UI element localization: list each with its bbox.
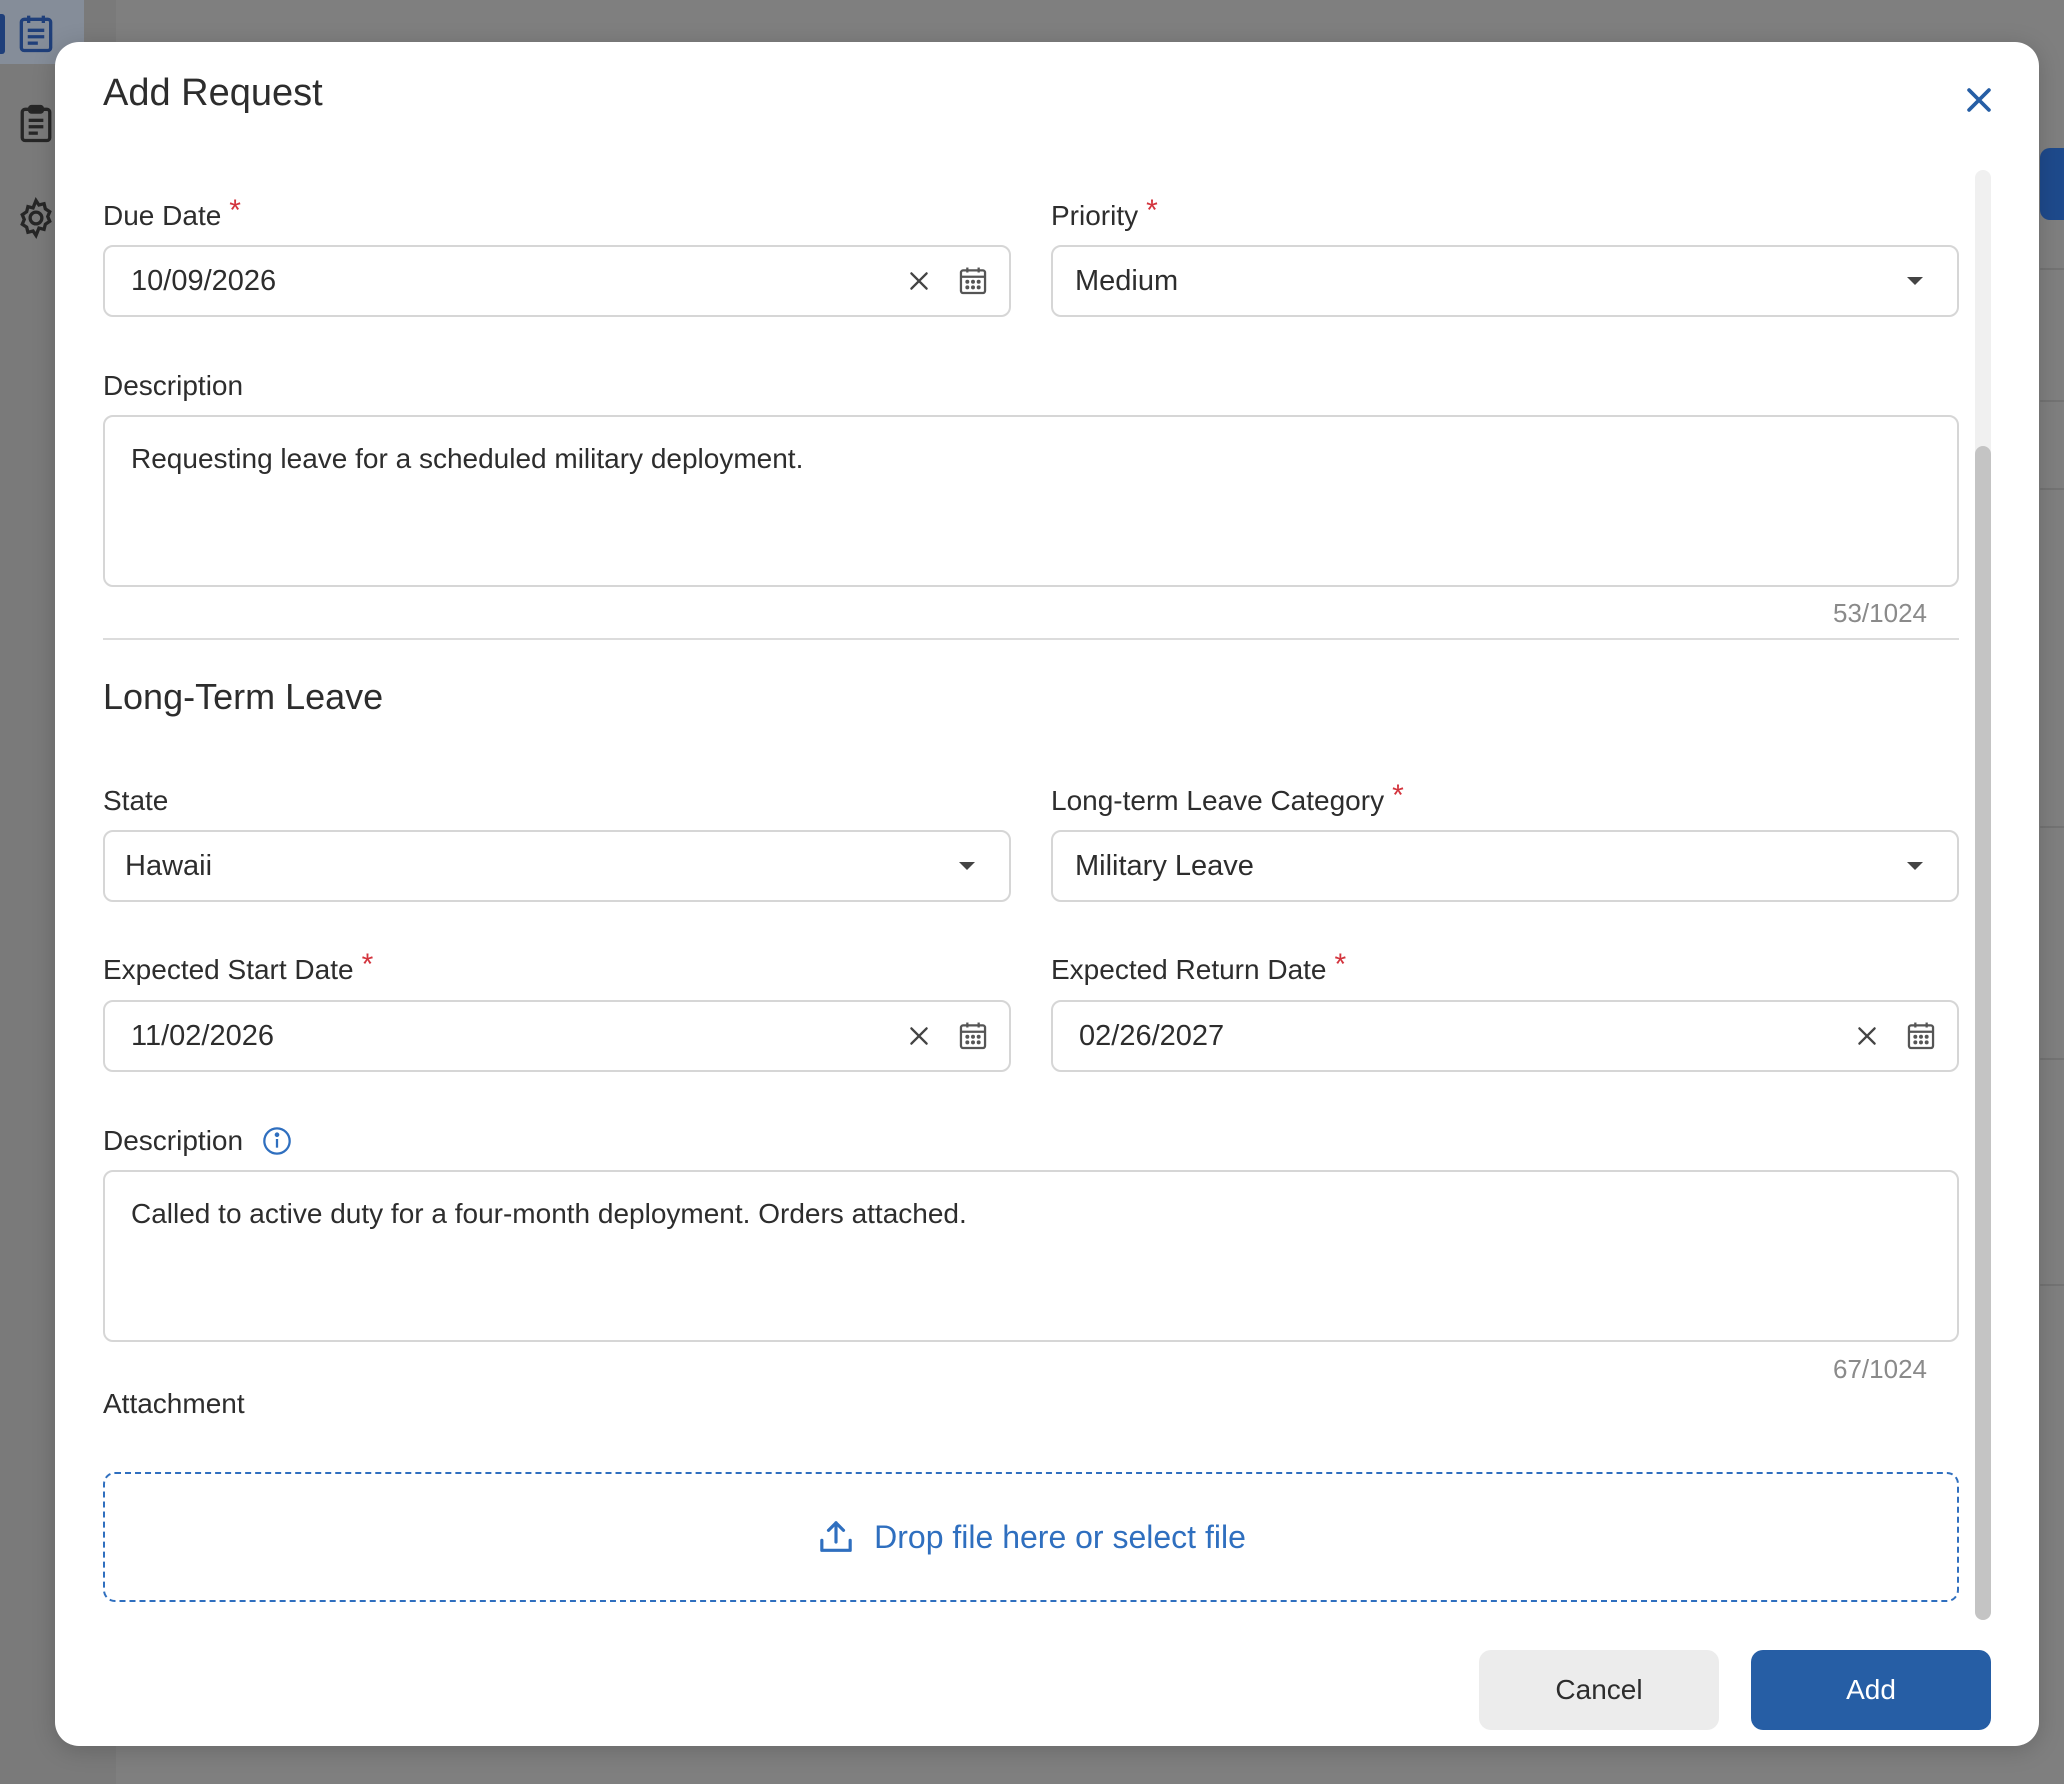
- chevron-down-icon: [1907, 862, 1923, 870]
- gear-icon: [20, 197, 52, 239]
- close-icon: [1967, 88, 1991, 112]
- due-date-field[interactable]: 10/09/2026: [103, 245, 1011, 317]
- leave-category-select[interactable]: Military Leave: [1051, 830, 1959, 902]
- section-title: Long-Term Leave: [103, 676, 384, 717]
- dialog-title: Add Request: [103, 72, 323, 114]
- calendar-icon: [959, 1022, 987, 1050]
- add-request-dialog: Add Request Due Date * 10/09/2026 Priorit…: [55, 42, 2039, 1746]
- due-date-value: 10/09/2026: [131, 264, 277, 297]
- state-select[interactable]: Hawaii: [103, 830, 1011, 902]
- chevron-down-icon: [959, 862, 975, 870]
- required-marker: *: [1146, 194, 1158, 227]
- expected-start-calendar-button[interactable]: [953, 1016, 993, 1056]
- leave-description-value: Called to active duty for a four-month d…: [131, 1198, 967, 1229]
- expected-return-date-label: Expected Return Date *: [1051, 948, 1347, 986]
- leave-description-textarea[interactable]: Called to active duty for a four-month d…: [103, 1170, 1959, 1342]
- required-marker: *: [229, 194, 241, 227]
- description-char-counter: 53/1024: [1833, 598, 1927, 628]
- calendar-icon: [959, 267, 987, 295]
- priority-dropdown-toggle[interactable]: [1895, 261, 1935, 301]
- background-divider: [2040, 268, 2064, 270]
- background-divider: [2040, 826, 2064, 828]
- state-dropdown-toggle[interactable]: [947, 846, 987, 886]
- leave-category-value: Military Leave: [1075, 849, 1254, 882]
- add-button[interactable]: Add: [1751, 1650, 1991, 1730]
- due-date-calendar-button[interactable]: [953, 261, 993, 301]
- expected-return-clear-button[interactable]: [1847, 1016, 1887, 1056]
- expected-return-calendar-button[interactable]: [1901, 1016, 1941, 1056]
- description-value: Requesting leave for a scheduled militar…: [131, 443, 804, 474]
- background-divider: [2040, 488, 2064, 490]
- priority-value: Medium: [1075, 264, 1179, 297]
- dropzone-text[interactable]: Drop file here or select file: [874, 1519, 1246, 1556]
- background-divider: [2040, 1284, 2064, 1286]
- state-value: Hawaii: [125, 849, 213, 882]
- background-divider: [2040, 1058, 2064, 1060]
- leave-description-char-counter: 67/1024: [1833, 1354, 1927, 1384]
- info-button[interactable]: [261, 1125, 293, 1157]
- background-primary-button: [2040, 148, 2064, 220]
- leave-category-dropdown-toggle[interactable]: [1895, 846, 1935, 886]
- close-button[interactable]: [1957, 78, 2001, 122]
- required-marker: *: [1334, 948, 1347, 981]
- due-date-clear-button[interactable]: [899, 261, 939, 301]
- description-label: Description: [103, 370, 244, 401]
- upload-icon: [820, 1521, 852, 1552]
- chevron-down-icon: [1907, 277, 1923, 285]
- info-icon: [263, 1127, 291, 1155]
- description-textarea[interactable]: Requesting leave for a scheduled militar…: [103, 415, 1959, 587]
- leave-category-label: Long-term Leave Category *: [1051, 779, 1404, 817]
- clear-icon: [910, 272, 928, 290]
- calendar-icon: [1907, 1022, 1935, 1050]
- scrollbar-thumb[interactable]: [1975, 446, 1991, 1620]
- sidebar-active-indicator: [0, 14, 5, 54]
- state-label: State: [103, 785, 169, 816]
- priority-select[interactable]: Medium: [1051, 245, 1959, 317]
- scrollbar-track[interactable]: [1975, 170, 1991, 1620]
- section-divider: [103, 638, 1959, 640]
- expected-start-date-value: 11/02/2026: [131, 1019, 274, 1052]
- background-divider: [2040, 400, 2064, 402]
- due-date-label: Due Date *: [103, 194, 241, 232]
- clipboard-icon: [20, 104, 52, 143]
- leave-description-label: Description: [103, 1125, 293, 1157]
- expected-start-clear-button[interactable]: [899, 1016, 939, 1056]
- required-marker: *: [1392, 779, 1404, 812]
- calendar-list-icon: [19, 15, 53, 53]
- file-dropzone[interactable]: Drop file here or select file: [103, 1472, 1959, 1602]
- cancel-button[interactable]: Cancel: [1479, 1650, 1719, 1730]
- clear-icon: [1858, 1027, 1876, 1045]
- clear-icon: [910, 1027, 928, 1045]
- expected-return-date-field[interactable]: 02/26/2027: [1051, 1000, 1959, 1072]
- expected-start-date-label: Expected Start Date *: [103, 948, 374, 986]
- expected-start-date-field[interactable]: 11/02/2026: [103, 1000, 1011, 1072]
- priority-label: Priority *: [1051, 194, 1158, 232]
- expected-return-date-value: 02/26/2027: [1079, 1019, 1225, 1052]
- attachment-label: Attachment: [103, 1388, 245, 1419]
- required-marker: *: [361, 948, 374, 981]
